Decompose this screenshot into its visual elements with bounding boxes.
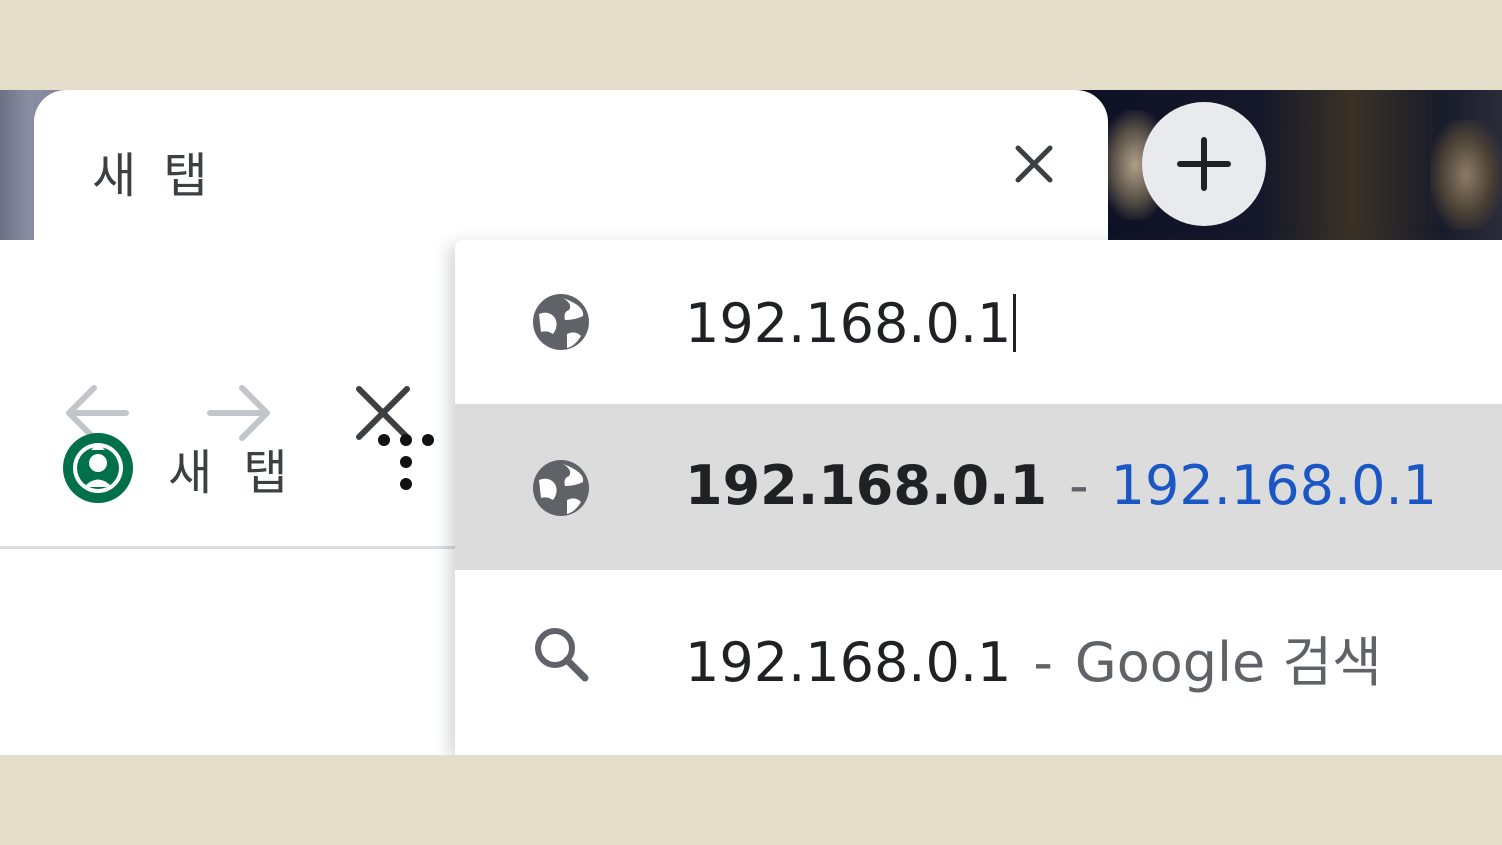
tab-close-icon[interactable] [1012,142,1056,186]
globe-icon [533,460,589,516]
toolbar-divider [0,546,455,549]
suggestion-text: 192.168.0.1-192.168.0.1 [685,454,1437,517]
apps-dots-icon[interactable] [376,432,436,492]
tab-title: 새 탭 [92,148,214,204]
tab-new-tab[interactable]: 새 탭 [34,90,1108,240]
suggestion-url: 192.168.0.1 [1110,454,1437,517]
text-caret [1013,294,1017,352]
browser-window: 새 탭 새 탭 192.168.0.1 192.168.0.1 - 192.16… [0,90,1502,755]
omnibox-dropdown: 192.168.0.1 192.168.0.1-192.168.0.1 192.… [455,240,1502,755]
new-tab-button[interactable] [1142,102,1266,226]
suggestion-separator: - [1069,454,1089,517]
omnibox-input-wrap[interactable]: 192.168.0.1 [685,292,1017,355]
suggestion-primary: 192.168.0.1 [685,454,1048,517]
bookmark-label: 새 탭 [168,445,296,501]
globe-icon [533,294,589,350]
tab-strip: 새 탭 [0,90,1502,240]
suggestion-text: 192.168.0.1- Google 검색 [685,618,1382,697]
suggestion-row[interactable]: 192.168.0.1- Google 검색 [455,570,1502,736]
suggestion-separator: - [1033,631,1053,694]
omnibox[interactable]: 192.168.0.1 [455,240,1502,404]
plus-icon [1177,137,1231,191]
search-icon [535,628,589,682]
suggestion-primary: 192.168.0.1 [685,631,1012,694]
starbucks-logo-icon [63,433,133,503]
wallpaper-blur [1430,120,1502,230]
omnibox-input[interactable]: 192.168.0.1 [685,292,1011,355]
suggestion-description: Google 검색 [1074,631,1382,694]
toolbar: 새 탭 [0,240,455,547]
bookmark-item[interactable]: 새 탭 [62,428,296,508]
suggestion-row[interactable]: 192.168.0.1-192.168.0.1 [455,404,1502,570]
